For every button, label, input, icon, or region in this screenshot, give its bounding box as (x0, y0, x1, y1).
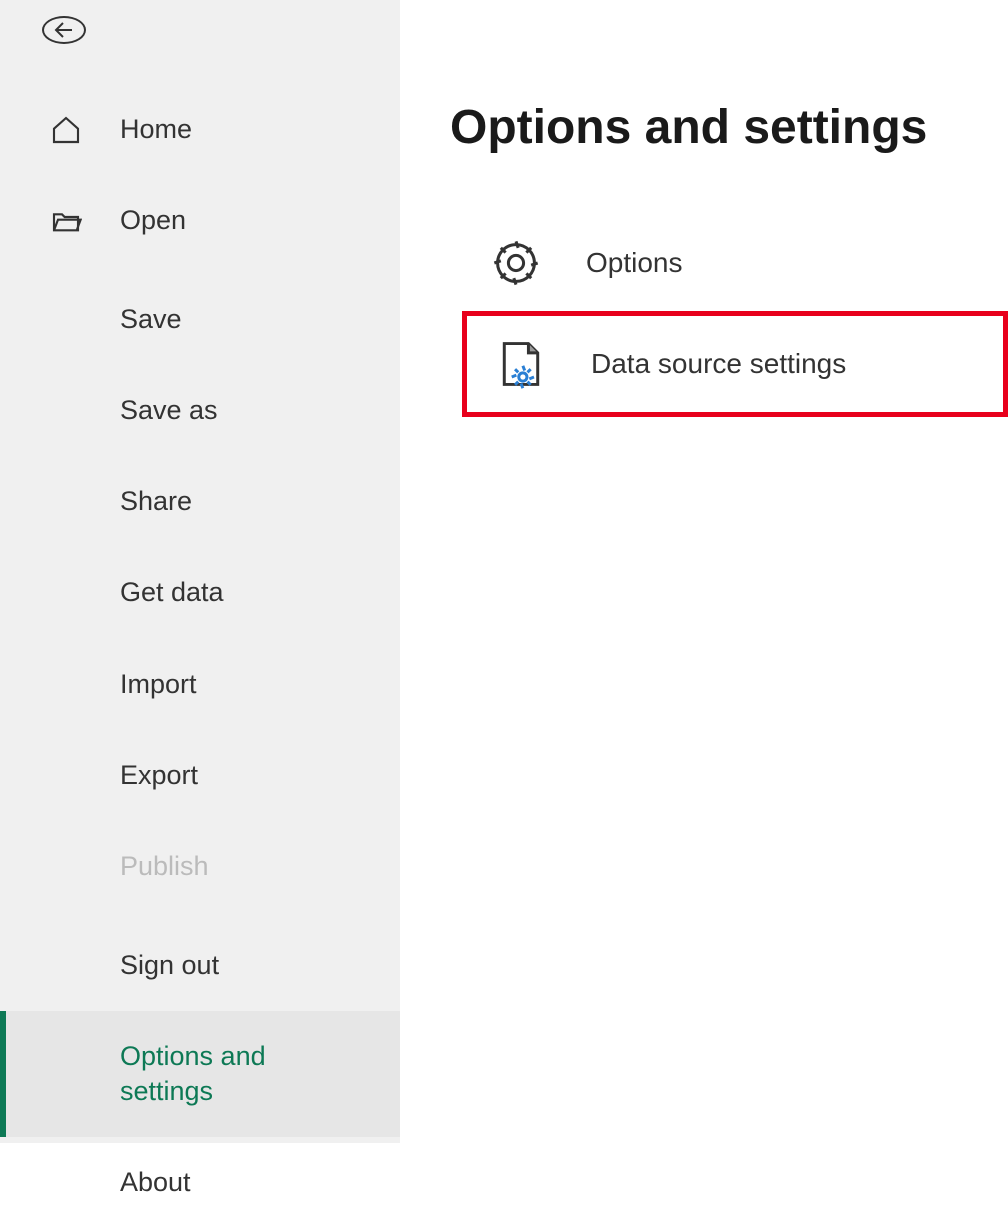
nav-publish: Publish (0, 821, 400, 912)
nav-export-label: Export (120, 758, 400, 793)
nav-about[interactable]: About (0, 1137, 400, 1228)
arrow-left-icon (52, 18, 76, 42)
nav-home[interactable]: Home (0, 84, 400, 175)
page-title: Options and settings (450, 100, 1008, 155)
nav-options-and-settings-label: Options and settings (120, 1039, 300, 1109)
nav-home-label: Home (120, 112, 400, 147)
nav-share[interactable]: Share (0, 456, 400, 547)
nav-about-label: About (120, 1165, 400, 1200)
data-source-settings-label: Data source settings (591, 348, 846, 380)
nav-save[interactable]: Save (0, 274, 400, 365)
nav-share-label: Share (120, 484, 400, 519)
nav-import-label: Import (120, 667, 400, 702)
nav-publish-label: Publish (120, 849, 400, 884)
folder-open-icon (50, 205, 120, 237)
back-button[interactable] (42, 16, 86, 44)
nav-options-and-settings[interactable]: Options and settings (0, 1011, 400, 1137)
nav-save-as-label: Save as (120, 393, 400, 428)
nav-save-label: Save (120, 302, 400, 337)
nav-get-data[interactable]: Get data (0, 547, 400, 638)
nav-get-data-label: Get data (120, 575, 400, 610)
nav-import[interactable]: Import (0, 639, 400, 730)
nav-open[interactable]: Open (0, 175, 400, 266)
content-pane: Options and settings Options Data source… (400, 0, 1008, 1143)
file-menu-sidebar: Home Open Save Save as Share Get data Im… (0, 0, 400, 1143)
data-source-settings-icon (495, 338, 591, 390)
nav-export[interactable]: Export (0, 730, 400, 821)
gear-icon (490, 237, 586, 289)
options-label: Options (586, 247, 683, 279)
options-button[interactable]: Options (462, 215, 1008, 311)
nav-sign-out-label: Sign out (120, 948, 400, 983)
data-source-settings-button[interactable]: Data source settings (462, 311, 1008, 417)
nav-save-as[interactable]: Save as (0, 365, 400, 456)
nav-sign-out[interactable]: Sign out (0, 920, 400, 1011)
nav-open-label: Open (120, 203, 400, 238)
home-icon (50, 114, 120, 146)
